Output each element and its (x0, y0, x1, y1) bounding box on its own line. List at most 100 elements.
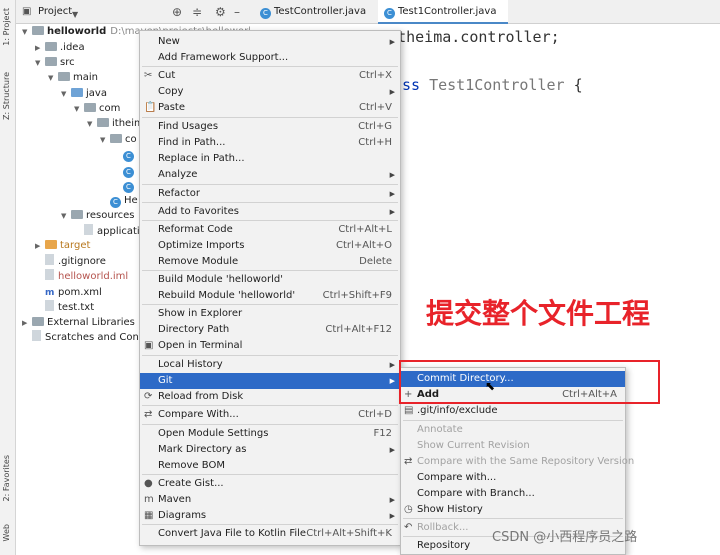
menu-item-shortcut: Ctrl+Alt+Shift+K (306, 528, 392, 539)
tab-test1-controller[interactable]: CTest1Controller.java × (378, 0, 508, 41)
menu-separator (142, 202, 398, 203)
menu-item-label: Mark Directory as (158, 444, 247, 455)
menu-separator (142, 405, 398, 406)
git-menu-item-show-history[interactable]: ◷ Show History (401, 502, 625, 518)
tree-node[interactable]: ▼ src (35, 55, 75, 71)
tree-node[interactable]: C (113, 147, 137, 163)
tree-node[interactable]: ▼ java (61, 86, 107, 102)
menu-item-diagrams[interactable]: ▦ Diagrams ▶ (140, 508, 400, 524)
submenu-arrow-icon: ▶ (389, 190, 395, 198)
expand-arrow-icon[interactable]: ▼ (87, 116, 97, 132)
menu-item-reformat-code[interactable]: Reformat Code Ctrl+Alt+L (140, 222, 400, 238)
menu-item-compare-with[interactable]: ⇄ Compare With... Ctrl+D (140, 407, 400, 423)
menu-item-maven[interactable]: m Maven ▶ (140, 492, 400, 508)
menu-item-show-in-explorer[interactable]: Show in Explorer (140, 306, 400, 322)
expand-arrow-icon[interactable]: ▼ (61, 86, 71, 102)
expand-arrow-icon[interactable]: ▼ (74, 101, 84, 117)
expand-arrow-icon[interactable]: ▼ (61, 208, 71, 224)
menu-item-replace-in-path[interactable]: Replace in Path... (140, 151, 400, 167)
expand-arrow-icon[interactable]: ▼ (22, 24, 32, 40)
tree-node[interactable]: .gitignore (35, 254, 106, 270)
tree-node[interactable]: C He (100, 193, 138, 209)
menu-item-icon: ⇄ (404, 456, 413, 467)
locate-file-icon[interactable]: ⊕ (172, 5, 182, 19)
tree-node-label: target (60, 240, 91, 251)
tree-node[interactable]: ▶ .idea (35, 40, 85, 56)
hide-panel-icon[interactable]: – (234, 5, 240, 19)
menu-item-local-history[interactable]: Local History ▶ (140, 357, 400, 373)
menu-item-add-framework-support[interactable]: Add Framework Support... (140, 50, 400, 66)
git-menu-item-compare-with[interactable]: Compare with... (401, 470, 625, 486)
tree-node[interactable]: ▼ resources (61, 208, 134, 224)
menu-item-directory-path[interactable]: Directory Path Ctrl+Alt+F12 (140, 322, 400, 338)
tree-node[interactable]: C (113, 178, 137, 194)
menu-item-label: Add Framework Support... (158, 52, 289, 63)
favorites-tool-tab[interactable]: 2: Favorites (2, 455, 11, 501)
tree-node[interactable]: ▼ main (48, 70, 98, 86)
chevron-down-icon[interactable]: ▼ (72, 8, 78, 22)
web-tool-tab[interactable]: Web (2, 524, 11, 541)
menu-item-open-module-settings[interactable]: Open Module Settings F12 (140, 426, 400, 442)
menu-item-paste[interactable]: 📋 Paste Ctrl+V (140, 100, 400, 116)
menu-item-find-in-path[interactable]: Find in Path... Ctrl+H (140, 135, 400, 151)
git-menu-item-git-info-exclude[interactable]: ▤ .git/info/exclude (401, 403, 625, 419)
menu-item-git[interactable]: Git ▶ (140, 373, 400, 389)
java-class-icon: C (260, 8, 271, 19)
git-menu-item-annotate: Annotate (401, 422, 625, 438)
project-panel-header: ▣ Project ▼ ⊕ ≑ ⚙ – (16, 0, 250, 24)
menu-item-optimize-imports[interactable]: Optimize Imports Ctrl+Alt+O (140, 238, 400, 254)
tree-node[interactable]: ▶ target (35, 238, 90, 254)
menu-separator (142, 184, 398, 185)
code-class-name: Test1Controller (429, 76, 565, 94)
menu-item-cut[interactable]: ✂ Cut Ctrl+X (140, 68, 400, 84)
menu-item-convert-java-file-to-kotlin-file[interactable]: Convert Java File to Kotlin File Ctrl+Alt… (140, 526, 400, 542)
tree-node[interactable]: helloworld.iml (35, 269, 128, 285)
tree-node[interactable]: C (113, 163, 137, 179)
tree-node[interactable]: ▼ com (74, 101, 120, 117)
menu-separator (403, 420, 623, 421)
expand-arrow-icon[interactable]: ▶ (35, 40, 45, 56)
tab-test-controller[interactable]: CTestController.java × (254, 0, 372, 41)
structure-tool-tab[interactable]: Z: Structure (2, 72, 11, 120)
folder-icon (71, 88, 83, 97)
menu-item-rebuild-module-helloworld[interactable]: Rebuild Module 'helloworld' Ctrl+Shift+F9 (140, 288, 400, 304)
menu-item-label: Rollback... (417, 522, 469, 533)
expand-arrow-icon[interactable]: ▶ (35, 238, 45, 254)
menu-item-create-gist[interactable]: ● Create Gist... (140, 476, 400, 492)
menu-item-copy[interactable]: Copy ▶ (140, 84, 400, 100)
menu-item-label: Directory Path (158, 324, 230, 335)
tree-node[interactable]: test.txt (35, 300, 94, 316)
expand-arrow-icon[interactable]: ▼ (35, 55, 45, 71)
tree-node[interactable]: ▼ co (100, 132, 137, 148)
menu-item-reload-from-disk[interactable]: ⟳ Reload from Disk (140, 389, 400, 405)
tree-node-label: External Libraries (47, 317, 135, 328)
menu-item-open-in-terminal[interactable]: ▣ Open in Terminal (140, 338, 400, 354)
gear-icon[interactable]: ⚙ (215, 5, 226, 19)
expand-arrow-icon[interactable]: ▼ (48, 70, 58, 86)
tree-node[interactable]: ▶ External Libraries (22, 315, 135, 331)
tree-node[interactable]: Scratches and Consol (22, 330, 153, 346)
menu-item-mark-directory-as[interactable]: Mark Directory as ▶ (140, 442, 400, 458)
menu-item-find-usages[interactable]: Find Usages Ctrl+G (140, 119, 400, 135)
submenu-arrow-icon: ▶ (389, 512, 395, 520)
menu-item-build-module-helloworld[interactable]: Build Module 'helloworld' (140, 272, 400, 288)
menu-item-label: Cut (158, 70, 176, 81)
project-tool-tab[interactable]: 1: Project (2, 8, 11, 46)
git-menu-item-compare-with-branch[interactable]: Compare with Branch... (401, 486, 625, 502)
expand-arrow-icon[interactable]: ▼ (100, 132, 110, 148)
menu-item-remove-module[interactable]: Remove Module Delete (140, 254, 400, 270)
menu-item-refactor[interactable]: Refactor ▶ (140, 186, 400, 202)
menu-item-remove-bom[interactable]: Remove BOM (140, 458, 400, 474)
collapse-all-icon[interactable]: ≑ (192, 5, 202, 19)
menu-item-add-to-favorites[interactable]: Add to Favorites ▶ (140, 204, 400, 220)
project-view-title[interactable]: Project (38, 6, 72, 17)
menu-item-analyze[interactable]: Analyze ▶ (140, 167, 400, 183)
expand-arrow-icon[interactable]: ▶ (22, 315, 32, 331)
tree-node-label: Scratches and Consol (45, 332, 153, 343)
menu-item-shortcut: Ctrl+H (358, 137, 392, 148)
tree-node[interactable]: ▼ itheim (87, 116, 144, 132)
tree-node[interactable]: m pom.xml (35, 285, 102, 301)
menu-item-label: Open Module Settings (158, 428, 269, 439)
menu-item-new[interactable]: New ▶ (140, 34, 400, 50)
git-menu-item-show-current-revision: Show Current Revision (401, 438, 625, 454)
